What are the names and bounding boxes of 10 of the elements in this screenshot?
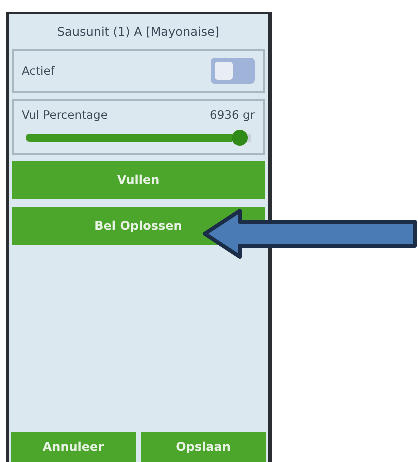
- action-button[interactable]: Vullen: [12, 161, 265, 199]
- toggle-switch[interactable]: [211, 58, 255, 84]
- slider-reading: 6936 gr: [210, 108, 255, 122]
- footer-button[interactable]: Opslaan: [141, 432, 266, 462]
- footer-button[interactable]: Annuleer: [11, 432, 136, 462]
- toggle-label: Actief: [22, 64, 55, 78]
- slider-label: Vul Percentage: [22, 108, 108, 122]
- screen-title: Sausunit (1) A [Mayonaise]: [56, 24, 221, 41]
- slider-fill[interactable]: [26, 134, 232, 142]
- slider-thumb[interactable]: [232, 130, 248, 146]
